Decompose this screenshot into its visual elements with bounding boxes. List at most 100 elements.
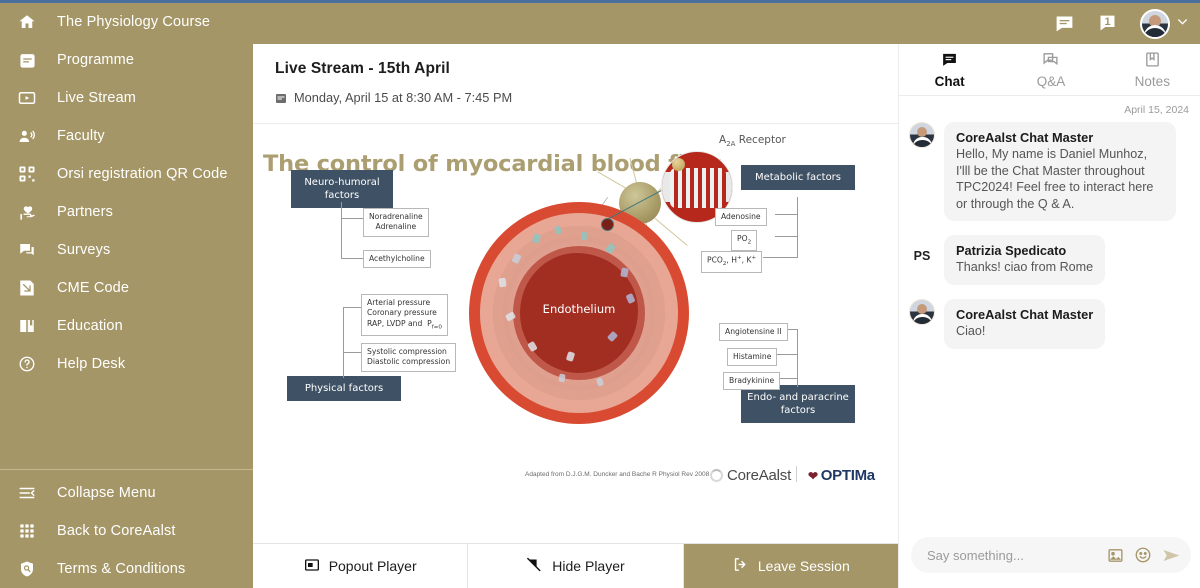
- sidebar-main-nav: The Physiology Course Programme Live Str…: [0, 3, 253, 383]
- chat-tabs: Chat Q&A Notes: [899, 44, 1200, 96]
- sidebar-item-label: Help Desk: [57, 356, 126, 372]
- connector: [775, 214, 798, 216]
- tab-qa-label: Q&A: [1036, 73, 1066, 89]
- optima-logo: ❤ OPTIMa: [808, 467, 875, 484]
- connector: [343, 354, 345, 378]
- popout-player-label: Popout Player: [328, 558, 417, 574]
- send-icon[interactable]: [1162, 546, 1181, 565]
- ligand-ball: [672, 158, 685, 171]
- hide-player-button[interactable]: Hide Player: [468, 544, 684, 588]
- chat-bubbles-icon: [12, 238, 42, 262]
- connector: [341, 202, 343, 258]
- question-circle-icon: [12, 352, 42, 376]
- sidebar-item-surveys[interactable]: Surveys: [0, 231, 253, 269]
- book-icon: [12, 314, 42, 338]
- notification-bell-icon[interactable]: 1: [1097, 13, 1118, 34]
- coreaalst-ring-icon: [710, 469, 723, 482]
- chat-date: April 15, 2024: [1124, 104, 1189, 116]
- chat-panel: Chat Q&A Notes April 15, 2024 CoreAalst …: [898, 44, 1200, 588]
- tab-chat[interactable]: Chat: [899, 44, 1000, 95]
- connector: [797, 197, 799, 258]
- session-header: Live Stream - 15th April Monday, April 1…: [253, 44, 898, 115]
- chat-input-wrapper[interactable]: Say something...: [911, 537, 1191, 573]
- sidebar-item-help-desk[interactable]: Help Desk: [0, 345, 253, 383]
- speaker-person-icon: [12, 124, 42, 148]
- sidebar-item-cme-code[interactable]: CME Code: [0, 269, 253, 307]
- sidebar-item-collapse-menu[interactable]: Collapse Menu: [0, 474, 253, 512]
- tab-qa[interactable]: Q&A: [1000, 44, 1101, 95]
- connector: [763, 257, 798, 259]
- sidebar-item-live-stream[interactable]: Live Stream: [0, 79, 253, 117]
- slide-credit: Adapted from D.J.G.M. Duncker and Bache …: [525, 471, 710, 478]
- metabolic-item-1: Adenosine: [715, 208, 767, 227]
- popout-player-button[interactable]: Popout Player: [253, 544, 469, 588]
- top-bar: 1: [253, 3, 1200, 44]
- message-author: CoreAalst Chat Master: [956, 307, 1094, 323]
- top-accent-strip: [0, 0, 1200, 3]
- sidebar-item-label: CME Code: [57, 280, 130, 296]
- neuro-item-2: Acethylcholine: [363, 250, 431, 269]
- sidebar-item-the-physiology-course[interactable]: The Physiology Course: [0, 3, 253, 41]
- sidebar-item-orsi-registration-qr-code[interactable]: Orsi registration QR Code: [0, 155, 253, 193]
- endo-item-1: Angiotensine II: [719, 323, 788, 342]
- certificate-icon: [12, 276, 42, 300]
- image-icon[interactable]: [1107, 547, 1124, 564]
- endo-item-2: Histamine: [727, 348, 778, 367]
- sidebar-item-partners[interactable]: Partners: [0, 193, 253, 231]
- chat-message: CoreAalst Chat Master Ciao!: [909, 299, 1193, 349]
- sidebar-item-programme[interactable]: Programme: [0, 41, 253, 79]
- vessel-cross-section: Endothelium: [469, 182, 689, 444]
- logo-separator: [796, 466, 797, 482]
- chat-message: PS Patrizia Spedicato Thanks! ciao from …: [909, 235, 1193, 286]
- sidebar-item-education[interactable]: Education: [0, 307, 253, 345]
- tab-notes[interactable]: Notes: [1102, 44, 1200, 95]
- hide-player-icon: [526, 556, 543, 576]
- tab-notes-label: Notes: [1134, 73, 1170, 89]
- physical-item-2: Systolic compression Diastolic compressio…: [361, 343, 457, 372]
- leave-session-label: Leave Session: [757, 558, 850, 574]
- notes-icon: [1144, 51, 1161, 71]
- home-icon: [12, 10, 42, 34]
- hide-player-label: Hide Player: [552, 558, 625, 574]
- chevron-down-icon: [1176, 15, 1189, 33]
- emoji-icon[interactable]: [1134, 546, 1152, 564]
- qr-code-icon: [12, 162, 42, 186]
- grid-apps-icon: [12, 519, 42, 543]
- sidebar-item-label: Faculty: [57, 128, 105, 144]
- sidebar-item-label: Live Stream: [57, 90, 137, 106]
- player-column: Live Stream - 15th April Monday, April 1…: [253, 44, 898, 588]
- connector: [341, 218, 363, 220]
- sidebar-item-label: The Physiology Course: [57, 14, 211, 30]
- sidebar-item-terms-and-conditions[interactable]: Terms & Conditions: [0, 550, 253, 588]
- sidebar-item-label: Partners: [57, 204, 113, 220]
- collapse-icon: [12, 481, 42, 505]
- slide-viewer[interactable]: The control of myocardial blood flow End…: [253, 123, 898, 543]
- avatar: [909, 299, 935, 326]
- messages-icon[interactable]: [1054, 13, 1075, 34]
- connector: [343, 307, 345, 354]
- leave-session-button[interactable]: Leave Session: [683, 544, 898, 588]
- heart-icon: ❤: [808, 468, 818, 483]
- calendar-icon: [12, 48, 42, 72]
- sidebar-item-back-to-coreaalst[interactable]: Back to CoreAalst: [0, 512, 253, 550]
- chat-input-placeholder[interactable]: Say something...: [927, 548, 1097, 563]
- app-root: The Physiology Course Programme Live Str…: [0, 0, 1200, 588]
- shield-search-icon: [12, 557, 42, 581]
- message-text: Hello, My name is Daniel Munhoz, I'lll b…: [956, 147, 1154, 211]
- session-datetime: Monday, April 15 at 8:30 AM - 7:45 PM: [275, 90, 876, 105]
- connector: [341, 258, 363, 260]
- message-bubble: CoreAalst Chat Master Ciao!: [944, 299, 1106, 349]
- receptor-coil: [670, 168, 726, 208]
- message-bubble: CoreAalst Chat Master Hello, My name is …: [944, 122, 1176, 222]
- speckle: [581, 232, 587, 240]
- chat-messages[interactable]: CoreAalst Chat Master Hello, My name is …: [899, 120, 1200, 532]
- neuro-item-1: Noradrenaline Adrenaline: [363, 208, 429, 237]
- message-bubble: Patrizia Spedicato Thanks! ciao from Rom…: [944, 235, 1106, 286]
- session-datetime-text: Monday, April 15 at 8:30 AM - 7:45 PM: [294, 90, 513, 105]
- sidebar-item-label: Education: [57, 318, 123, 334]
- user-menu[interactable]: [1140, 8, 1189, 39]
- endo-paracrine-box: Endo- and paracrine factors: [741, 385, 855, 423]
- avatar: [909, 122, 935, 148]
- sidebar-item-faculty[interactable]: Faculty: [0, 117, 253, 155]
- popout-icon: [304, 557, 320, 576]
